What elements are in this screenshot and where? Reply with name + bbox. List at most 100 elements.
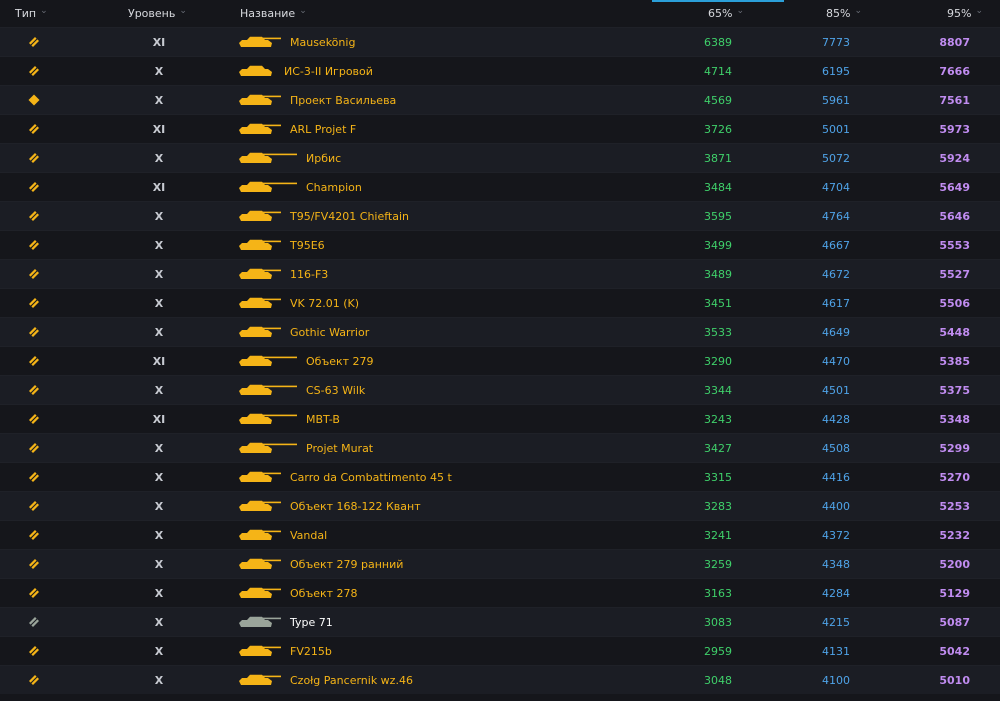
value-p85: 4284	[822, 586, 850, 600]
value-p85: 4400	[822, 499, 850, 513]
table-row[interactable]: X CS-63 Wilk 3344 4501 5375	[0, 375, 1000, 404]
value-p65: 3283	[704, 499, 732, 513]
chevron-icon	[27, 202, 41, 230]
tank-icon	[238, 123, 282, 135]
table-row[interactable]: X Projet Murat 3427 4508 5299	[0, 433, 1000, 462]
vehicle-name-cell[interactable]: Проект Васильева	[238, 86, 638, 114]
tank-icon	[238, 500, 282, 512]
vehicle-name-cell[interactable]: Объект 168-122 Квант	[238, 492, 638, 520]
value-p95: 5385	[939, 354, 970, 368]
vehicle-name: Объект 278	[290, 586, 358, 600]
vehicle-name-cell[interactable]: CS-63 Wilk	[238, 376, 638, 404]
value-p95: 7561	[939, 93, 970, 107]
tank-icon	[238, 674, 282, 686]
vehicle-name-cell[interactable]: Ирбис	[238, 144, 638, 172]
value-p85: 4672	[822, 267, 850, 281]
table-row[interactable]: X Ирбис 3871 5072 5924	[0, 143, 1000, 172]
vehicle-name: Объект 279	[306, 354, 374, 368]
value-p85: 4470	[822, 354, 850, 368]
tier-value: X	[154, 441, 164, 455]
value-p95: 5924	[939, 151, 970, 165]
header-tier[interactable]: Уровень ⌄	[128, 0, 187, 27]
value-p65: 3451	[704, 296, 732, 310]
value-p95: 5299	[939, 441, 970, 455]
chevron-down-icon: ⌄	[854, 5, 862, 16]
tier-value: X	[154, 499, 164, 513]
chevron-down-icon: ⌄	[40, 5, 48, 16]
table-row[interactable]: X Vandal 3241 4372 5232	[0, 520, 1000, 549]
table-row[interactable]: X Carro da Combattimento 45 t 3315 4416 5270	[0, 462, 1000, 491]
header-p85[interactable]: 85% ⌄	[826, 0, 862, 27]
vehicle-name-cell[interactable]: Carro da Combattimento 45 t	[238, 463, 638, 491]
vehicle-name-cell[interactable]: T95E6	[238, 231, 638, 259]
vehicle-name-cell[interactable]: Champion	[238, 173, 638, 201]
table-row[interactable]: X Type 71 3083 4215 5087	[0, 607, 1000, 636]
table-row[interactable]: X FV215b 2959 4131 5042	[0, 636, 1000, 665]
tier-value: X	[154, 470, 164, 484]
header-p95[interactable]: 95% ⌄	[947, 0, 983, 27]
vehicle-name-cell[interactable]: 116-F3	[238, 260, 638, 288]
table-row[interactable]: X T95/FV4201 Chieftain 3595 4764 5646	[0, 201, 1000, 230]
vehicle-name-cell[interactable]: ИС-3-II Игровой	[238, 57, 638, 85]
vehicle-name-cell[interactable]: T95/FV4201 Chieftain	[238, 202, 638, 230]
vehicle-name: FV215b	[290, 644, 332, 658]
tank-icon	[238, 645, 282, 657]
table-row[interactable]: X ИС-3-II Игровой 4714 6195 7666	[0, 56, 1000, 85]
vehicle-name: Type 71	[290, 615, 333, 629]
tier-value: X	[154, 325, 164, 339]
value-p65: 3595	[704, 209, 732, 223]
value-p95: 5253	[939, 499, 970, 513]
vehicle-name-cell[interactable]: VK 72.01 (K)	[238, 289, 638, 317]
table-row[interactable]: X Объект 168-122 Квант 3283 4400 5253	[0, 491, 1000, 520]
table-row[interactable]: X VK 72.01 (K) 3451 4617 5506	[0, 288, 1000, 317]
table-row[interactable]: XI ARL Projet F 3726 5001 5973	[0, 114, 1000, 143]
table-row[interactable]: XI Объект 279 3290 4470 5385	[0, 346, 1000, 375]
header-name[interactable]: Название ⌄	[240, 0, 307, 27]
value-p85: 4764	[822, 209, 850, 223]
vehicle-name-cell[interactable]: FV215b	[238, 637, 638, 665]
tier-value: X	[154, 64, 164, 78]
vehicle-name-cell[interactable]: ARL Projet F	[238, 115, 638, 143]
header-p85-label: 85%	[826, 7, 851, 20]
tank-icon	[238, 529, 282, 541]
tank-icon	[238, 558, 282, 570]
value-p65: 3871	[704, 151, 732, 165]
value-p95: 5348	[939, 412, 970, 426]
vehicle-name-cell[interactable]: Projet Murat	[238, 434, 638, 462]
table-row[interactable]: X Gothic Warrior 3533 4649 5448	[0, 317, 1000, 346]
vehicle-name-cell[interactable]: Объект 279 ранний	[238, 550, 638, 578]
table-row[interactable]: X 116-F3 3489 4672 5527	[0, 259, 1000, 288]
vehicle-name: Объект 279 ранний	[290, 557, 404, 571]
value-p65: 2959	[704, 644, 732, 658]
header-p65[interactable]: 65% ⌄	[708, 0, 744, 27]
tier-value: X	[154, 383, 164, 397]
vehicle-name-cell[interactable]: Объект 278	[238, 579, 638, 607]
value-p85: 7773	[822, 35, 850, 49]
table-row[interactable]: XI Mausekönig 6389 7773 8807	[0, 27, 1000, 56]
vehicle-name-cell[interactable]: Gothic Warrior	[238, 318, 638, 346]
vehicle-name-cell[interactable]: Объект 279	[238, 347, 638, 375]
table-row[interactable]: XI MBT-B 3243 4428 5348	[0, 404, 1000, 433]
value-p65: 3499	[704, 238, 732, 252]
vehicle-name-cell[interactable]: Czołg Pancernik wz.46	[238, 666, 638, 694]
table-row[interactable]: X Czołg Pancernik wz.46 3048 4100 5010	[0, 665, 1000, 694]
vehicle-name-cell[interactable]: Mausekönig	[238, 28, 638, 56]
vehicle-name-cell[interactable]: Type 71	[238, 608, 638, 636]
tank-icon	[238, 181, 298, 193]
value-p85: 4704	[822, 180, 850, 194]
table-row[interactable]: X Объект 278 3163 4284 5129	[0, 578, 1000, 607]
table-row[interactable]: X Проект Васильева 4569 5961 7561	[0, 85, 1000, 114]
tank-icon	[238, 65, 276, 77]
table-row[interactable]: XI Champion 3484 4704 5649	[0, 172, 1000, 201]
table-header: Тип ⌄ Уровень ⌄ Название ⌄ 65% ⌄ 85% ⌄ 9…	[0, 0, 1000, 27]
vehicle-name-cell[interactable]: MBT-B	[238, 405, 638, 433]
chevron-icon	[27, 173, 41, 201]
vehicle-name-cell[interactable]: Vandal	[238, 521, 638, 549]
value-p85: 4617	[822, 296, 850, 310]
value-p95: 5448	[939, 325, 970, 339]
header-type[interactable]: Тип ⌄	[15, 0, 48, 27]
tank-icon	[238, 239, 282, 251]
table-row[interactable]: X T95E6 3499 4667 5553	[0, 230, 1000, 259]
chevron-icon	[27, 376, 41, 404]
table-row[interactable]: X Объект 279 ранний 3259 4348 5200	[0, 549, 1000, 578]
